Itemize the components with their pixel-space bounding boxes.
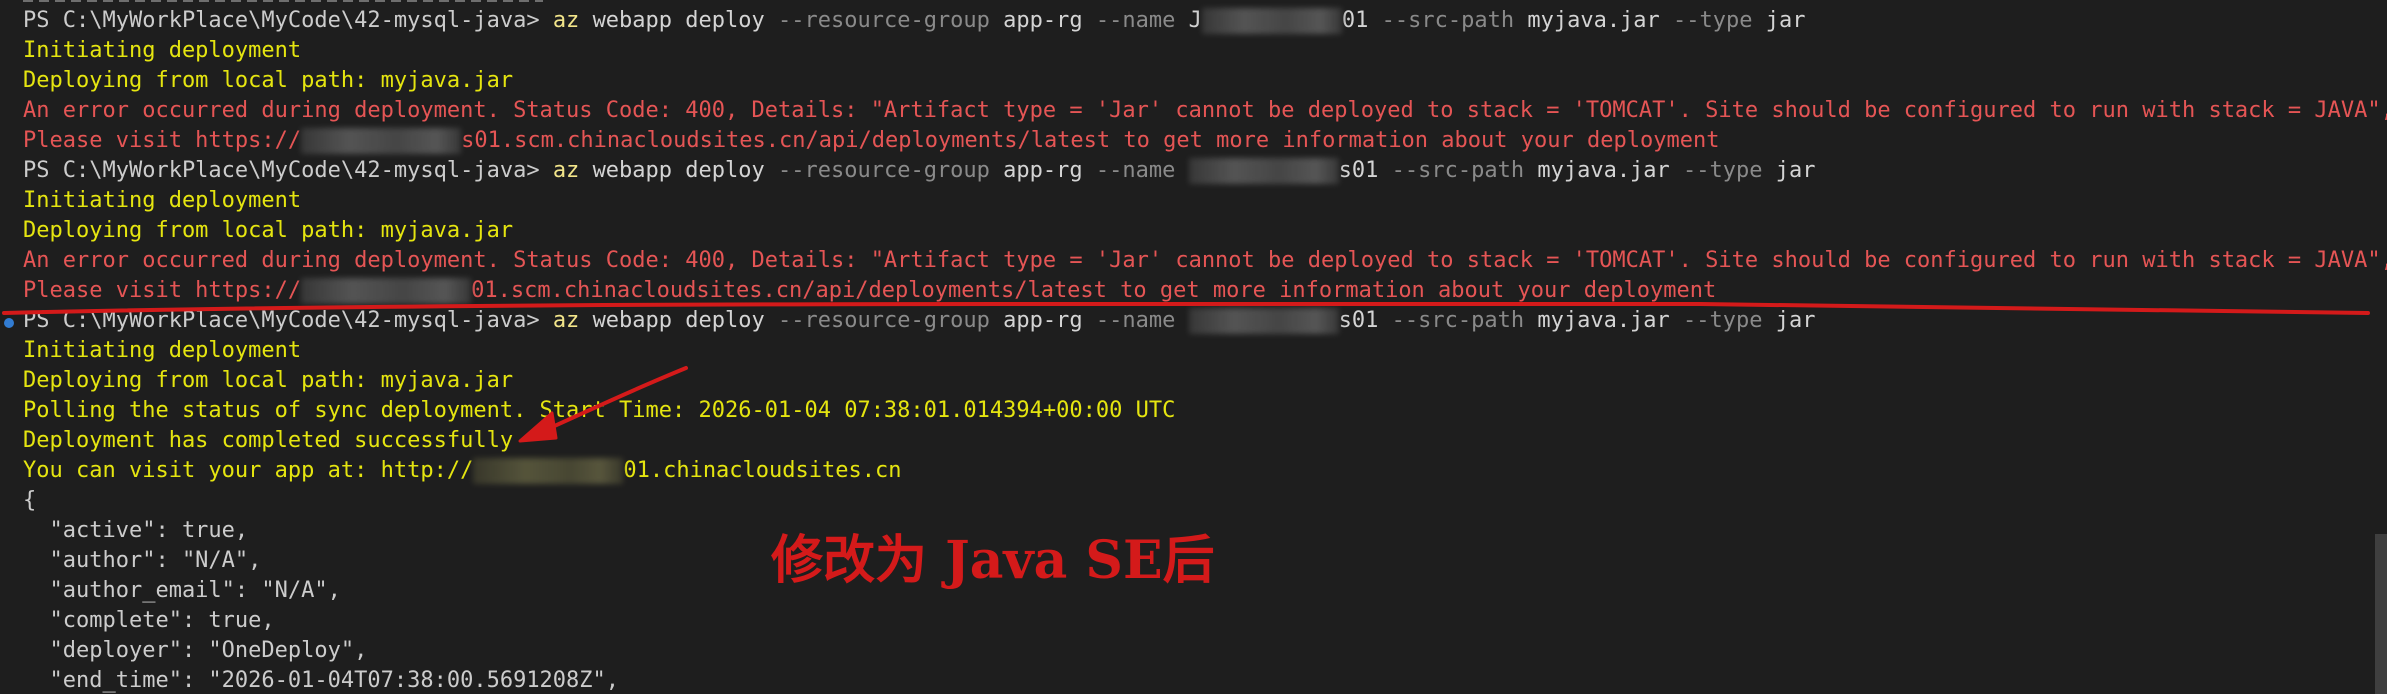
command-flag: --resource-group: [778, 308, 990, 333]
json-text: "end_time": "2026-01-04T07:38:00.5691208…: [23, 668, 620, 693]
command-flag: --src-path: [1391, 308, 1525, 333]
command-value: app-rg: [1003, 8, 1083, 33]
command-value: app-rg: [1003, 158, 1083, 183]
json-line: "author_email": "N/A",: [23, 576, 341, 606]
error-text: Please visit https://: [23, 128, 302, 153]
json-line: "deployer": "OneDeploy",: [23, 636, 367, 666]
output-line: Deploying from local path: myjava.jar: [23, 66, 513, 96]
error-text: Please visit https://: [23, 278, 302, 303]
output-text: Deploying from local path: myjava.jar: [23, 368, 514, 393]
command-subcommand: webapp deploy: [592, 308, 765, 333]
command-line: PS C:\MyWorkPlace\MyCode\42-mysql-java> …: [23, 306, 1816, 336]
command-value: myjava.jar: [1537, 308, 1670, 333]
json-line: {: [23, 486, 36, 516]
json-line: "author": "N/A",: [23, 546, 261, 576]
json-text: {: [23, 488, 37, 513]
json-line: "end_time": "2026-01-04T07:38:00.5691208…: [23, 666, 619, 694]
command-value: s01: [1338, 158, 1379, 183]
output-line: Polling the status of sync deployment. S…: [23, 396, 1175, 426]
command-decoration-dot[interactable]: [4, 318, 14, 328]
command-line: PS C:\MyWorkPlace\MyCode\42-mysql-java> …: [23, 6, 1806, 36]
clipped-previous-line: [23, 0, 543, 2]
redacted-text: [301, 278, 472, 304]
shell-prompt: PS C:\MyWorkPlace\MyCode\42-mysql-java>: [23, 158, 540, 183]
command-value: jar: [1765, 8, 1806, 33]
error-line: Please visit https:// s01.scm.chinaclouds…: [23, 126, 1719, 156]
command-name: az: [552, 8, 580, 33]
redacted-text: [301, 128, 462, 154]
command-flag: --type: [1683, 308, 1763, 333]
error-text: s01.scm.chinacloudsites.cn/api/deploymen…: [461, 128, 1720, 153]
command-value: 01: [1341, 8, 1369, 33]
command-flag: --resource-group: [778, 8, 990, 33]
annotation-label: 修改为 Java SE后: [771, 530, 1215, 591]
command-flag: --name: [1095, 308, 1176, 333]
command-name: az: [552, 308, 580, 333]
command-flag: --type: [1683, 158, 1763, 183]
redacted-text: [1188, 158, 1339, 184]
json-line: "complete": true,: [23, 606, 275, 636]
command-flag: --src-path: [1391, 158, 1525, 183]
shell-prompt: PS C:\MyWorkPlace\MyCode\42-mysql-java>: [23, 8, 540, 33]
output-text: Polling the status of sync deployment. S…: [23, 398, 1176, 423]
output-text: Initiating deployment: [23, 188, 302, 213]
command-flag: --resource-group: [778, 158, 990, 183]
output-text: 01.chinacloudsites.cn: [623, 458, 902, 483]
output-text: Deploying from local path: myjava.jar: [23, 218, 514, 243]
error-text: An error occurred during deployment. Sta…: [23, 248, 2387, 273]
command-value: jar: [1775, 308, 1816, 333]
command-value: jar: [1775, 158, 1816, 183]
output-line: Initiating deployment: [23, 36, 301, 66]
output-text: Initiating deployment: [23, 38, 302, 63]
command-value: J: [1188, 8, 1202, 33]
error-line: An error occurred during deployment. Sta…: [23, 246, 2387, 276]
output-line: Initiating deployment: [23, 336, 301, 366]
shell-prompt: PS C:\MyWorkPlace\MyCode\42-mysql-java>: [23, 308, 540, 333]
json-text: "author_email": "N/A",: [23, 578, 341, 603]
output-line: Deploying from local path: myjava.jar: [23, 366, 513, 396]
redacted-text: [1188, 308, 1339, 334]
redacted-text: [1201, 8, 1342, 34]
command-line: PS C:\MyWorkPlace\MyCode\42-mysql-java> …: [23, 156, 1816, 186]
json-text: "active": true,: [23, 518, 249, 543]
output-line: You can visit your app at: http:// 01.chi…: [23, 456, 902, 486]
command-flag: --src-path: [1381, 8, 1515, 33]
command-subcommand: webapp deploy: [592, 158, 765, 183]
error-text: 01.scm.chinacloudsites.cn/api/deployment…: [471, 278, 1717, 303]
redacted-text: [473, 458, 624, 484]
json-text: "deployer": "OneDeploy",: [23, 638, 368, 663]
command-flag: --type: [1673, 8, 1753, 33]
output-line: Deployment has completed successfully: [23, 426, 513, 456]
scrollbar-thumb[interactable]: [2375, 534, 2387, 694]
json-text: "complete": true,: [23, 608, 275, 633]
output-line: Deploying from local path: myjava.jar: [23, 216, 513, 246]
output-text: Deployment has completed successfully: [23, 428, 514, 453]
error-line: Please visit https:// 01.scm.chinacloudsi…: [23, 276, 1716, 306]
command-value: myjava.jar: [1527, 8, 1660, 33]
output-text: Initiating deployment: [23, 338, 302, 363]
output-line: Initiating deployment: [23, 186, 301, 216]
error-text: An error occurred during deployment. Sta…: [23, 98, 2387, 123]
error-line: An error occurred during deployment. Sta…: [23, 96, 2387, 126]
command-value: s01: [1338, 308, 1379, 333]
output-text: Deploying from local path: myjava.jar: [23, 68, 514, 93]
command-subcommand: webapp deploy: [592, 8, 765, 33]
json-line: "active": true,: [23, 516, 248, 546]
command-value: myjava.jar: [1537, 158, 1670, 183]
terminal-window[interactable]: PS C:\MyWorkPlace\MyCode\42-mysql-java> …: [0, 0, 2387, 694]
output-text: You can visit your app at: http://: [23, 458, 474, 483]
command-flag: --name: [1095, 8, 1176, 33]
json-text: "author": "N/A",: [23, 548, 262, 573]
command-flag: --name: [1095, 158, 1176, 183]
command-value: app-rg: [1003, 308, 1083, 333]
command-name: az: [552, 158, 580, 183]
